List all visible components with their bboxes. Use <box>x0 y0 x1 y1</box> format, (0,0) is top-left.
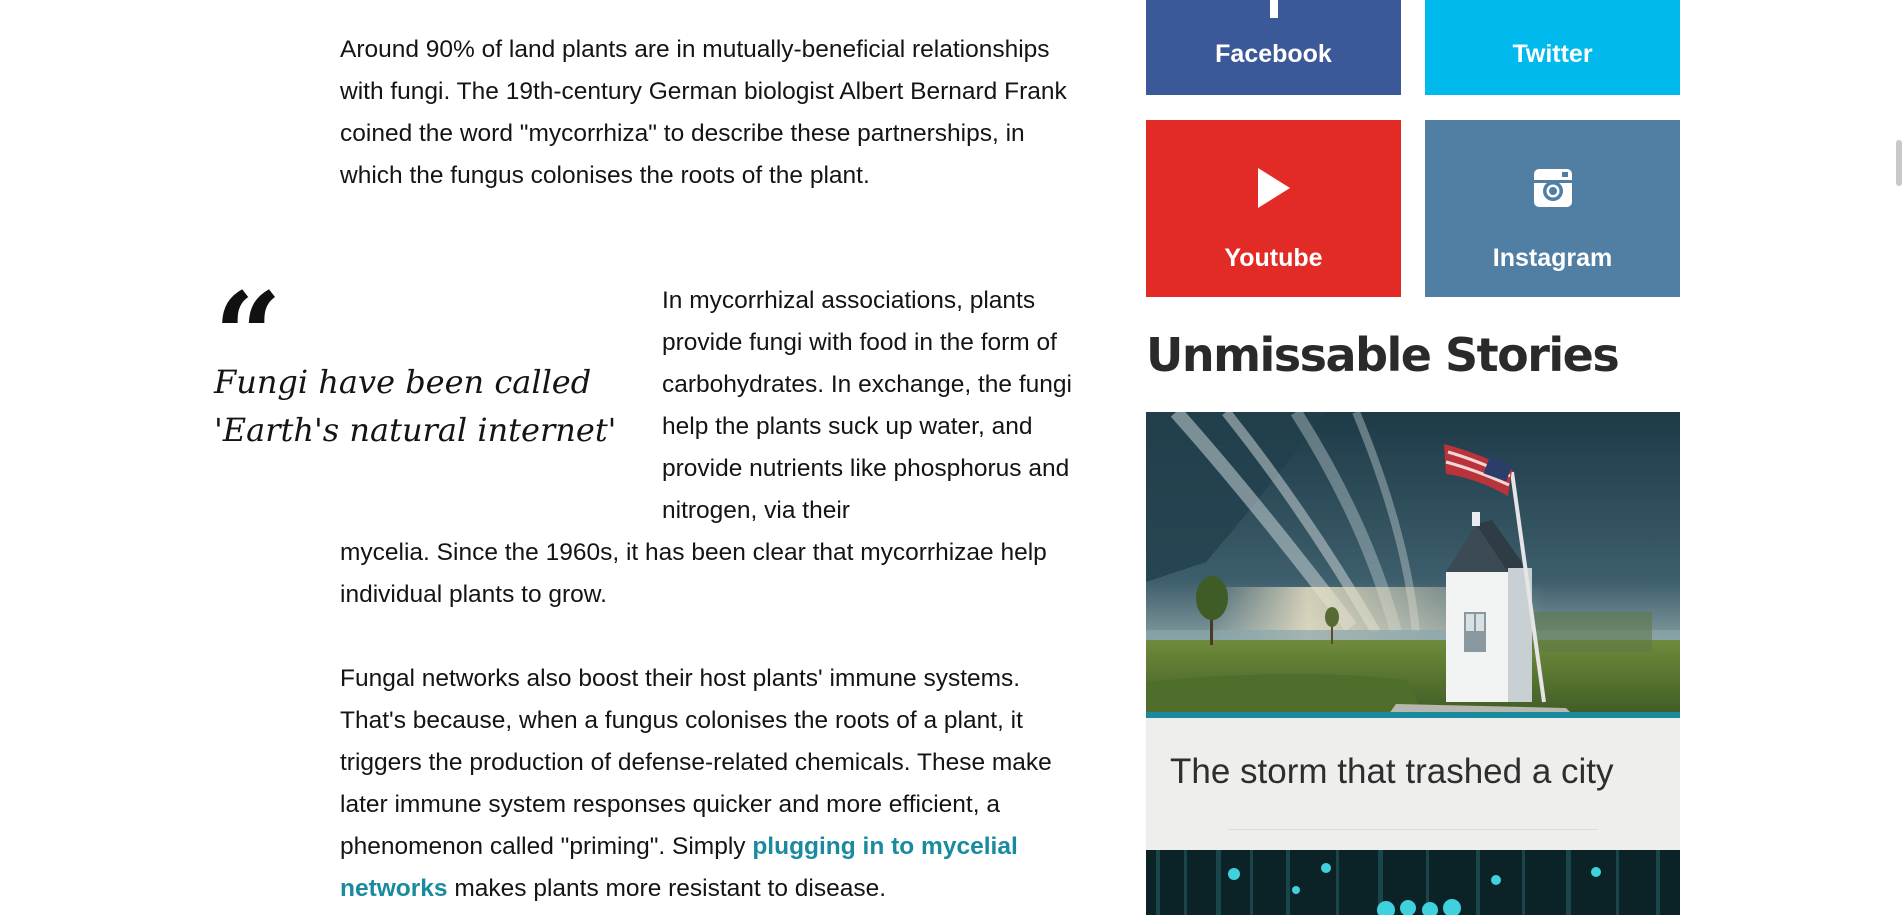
youtube-tile[interactable]: Youtube <box>1146 120 1401 297</box>
facebook-label: Facebook <box>1215 40 1332 68</box>
facebook-icon <box>1269 0 1278 18</box>
story-caption: The storm that trashed a city <box>1146 718 1680 850</box>
quote-mark-icon: “ <box>214 286 634 352</box>
youtube-icon <box>1257 168 1290 208</box>
article-paragraph-1: Around 90% of land plants are in mutuall… <box>340 36 1067 189</box>
twitter-icon <box>1533 0 1573 6</box>
paragraph-3-text-before-link: Fungal networks also boost their host pl… <box>340 665 1052 860</box>
youtube-label: Youtube <box>1224 244 1323 272</box>
facebook-tile[interactable]: Facebook <box>1146 0 1401 95</box>
story-image-accent-bar <box>1146 712 1680 718</box>
paragraph-3-text-after-link: makes plants more resistant to disease. <box>447 875 887 902</box>
story-title[interactable]: The storm that trashed a city <box>1170 752 1614 792</box>
twitter-tile[interactable]: Twitter <box>1425 0 1680 95</box>
scrollbar-thumb[interactable] <box>1896 140 1902 186</box>
article-paragraph-3: Fungal networks also boost their host pl… <box>340 658 1090 910</box>
instagram-tile[interactable]: Instagram <box>1425 120 1680 297</box>
unmissable-stories-heading: Unmissable Stories <box>1146 328 1620 382</box>
pull-quote: “ Fungi have been called 'Earth's natura… <box>214 286 634 454</box>
twitter-label: Twitter <box>1512 40 1593 68</box>
article-paragraph-2: In mycorrhizal associations, plants prov… <box>662 287 1072 524</box>
story-card[interactable]: The storm that trashed a city <box>1146 412 1680 850</box>
instagram-label: Instagram <box>1492 244 1613 272</box>
next-story-card[interactable] <box>1146 850 1680 915</box>
article-paragraph-2-continued: mycelia. Since the 1960s, it has been cl… <box>340 539 1047 608</box>
next-story-image <box>1146 850 1680 915</box>
story-divider <box>1228 829 1598 830</box>
page: Around 90% of land plants are in mutuall… <box>0 0 1903 915</box>
pull-quote-text: Fungi have been called 'Earth's natural … <box>214 363 617 449</box>
instagram-icon <box>1533 169 1572 207</box>
story-image <box>1146 412 1680 718</box>
